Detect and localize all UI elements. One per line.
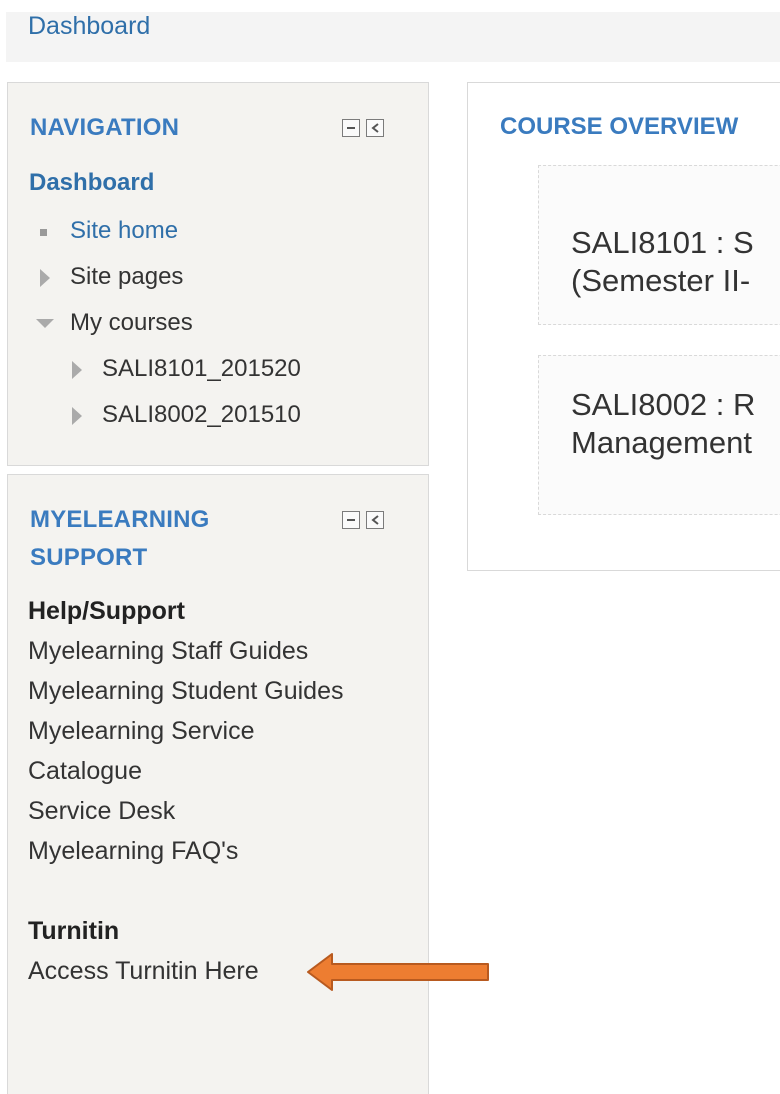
course-overview-block: COURSE OVERVIEW SALI8101 : S (Semester I… bbox=[467, 82, 780, 571]
dock-icon[interactable] bbox=[366, 511, 384, 529]
nav-item-site-pages[interactable]: Site pages bbox=[40, 263, 184, 291]
triangle-right-icon bbox=[36, 263, 56, 291]
nav-item-course-sali8101[interactable]: SALI8101_201520 bbox=[72, 355, 301, 383]
turnitin-heading: Turnitin bbox=[28, 917, 120, 945]
nav-item-site-home[interactable]: Site home bbox=[40, 217, 179, 245]
service-desk-link[interactable]: Service Desk bbox=[28, 791, 175, 831]
course-name-line2: (Semester II- bbox=[571, 263, 751, 298]
student-guides-link[interactable]: Myelearning Student Guides bbox=[28, 671, 343, 711]
triangle-right-icon bbox=[68, 355, 88, 383]
block-controls bbox=[342, 511, 392, 533]
nav-item-course-sali8002[interactable]: SALI8002_201510 bbox=[72, 401, 301, 429]
navigation-block: NAVIGATION Dashboard Site home Site page… bbox=[7, 82, 429, 466]
faq-link[interactable]: Myelearning FAQ's bbox=[28, 831, 238, 871]
triangle-right-icon bbox=[68, 401, 88, 429]
support-block: MYELEARNING SUPPORT Help/Support Myelear… bbox=[7, 474, 429, 1094]
page: Dashboard NAVIGATION Dashboard Site home… bbox=[0, 0, 780, 1094]
course-name-line1: SALI8101 : S bbox=[571, 225, 754, 260]
square-bullet-icon bbox=[36, 217, 56, 245]
minimize-icon[interactable] bbox=[342, 511, 360, 529]
staff-guides-link[interactable]: Myelearning Staff Guides bbox=[28, 631, 308, 671]
navigation-title: NAVIGATION bbox=[30, 114, 180, 141]
triangle-down-icon bbox=[36, 309, 56, 337]
service-catalogue-link-line2[interactable]: Catalogue bbox=[28, 751, 142, 791]
access-turnitin-link[interactable]: Access Turnitin Here bbox=[28, 951, 259, 991]
course-card-sali8002[interactable]: SALI8002 : R Management bbox=[538, 355, 780, 515]
nav-item-my-courses[interactable]: My courses bbox=[36, 309, 193, 337]
course-overview-title: COURSE OVERVIEW bbox=[500, 113, 739, 140]
nav-dashboard-link[interactable]: Dashboard bbox=[29, 169, 154, 197]
course-name-line2: Management bbox=[571, 425, 752, 460]
nav-item-label: Site pages bbox=[70, 263, 184, 290]
service-catalogue-link-line1[interactable]: Myelearning Service bbox=[28, 711, 255, 751]
nav-item-label: My courses bbox=[70, 309, 193, 336]
support-title-line1: MYELEARNING bbox=[30, 506, 210, 533]
breadcrumb-dashboard[interactable]: Dashboard bbox=[28, 12, 150, 40]
course-name-line1: SALI8002 : R bbox=[571, 387, 756, 422]
nav-item-label: Site home bbox=[70, 217, 179, 244]
nav-item-label: SALI8101_201520 bbox=[102, 355, 301, 382]
minimize-icon[interactable] bbox=[342, 119, 360, 137]
course-name: SALI8002 : R Management bbox=[571, 386, 780, 462]
nav-item-label: SALI8002_201510 bbox=[102, 401, 301, 428]
course-card-sali8101[interactable]: SALI8101 : S (Semester II- bbox=[538, 165, 780, 325]
course-name: SALI8101 : S (Semester II- bbox=[571, 224, 780, 300]
support-title-line2: SUPPORT bbox=[30, 544, 148, 571]
block-controls bbox=[342, 119, 392, 141]
annotation-arrow-icon bbox=[304, 950, 494, 999]
breadcrumb-bar: Dashboard bbox=[6, 12, 780, 62]
help-support-heading: Help/Support bbox=[28, 597, 185, 625]
dock-icon[interactable] bbox=[366, 119, 384, 137]
